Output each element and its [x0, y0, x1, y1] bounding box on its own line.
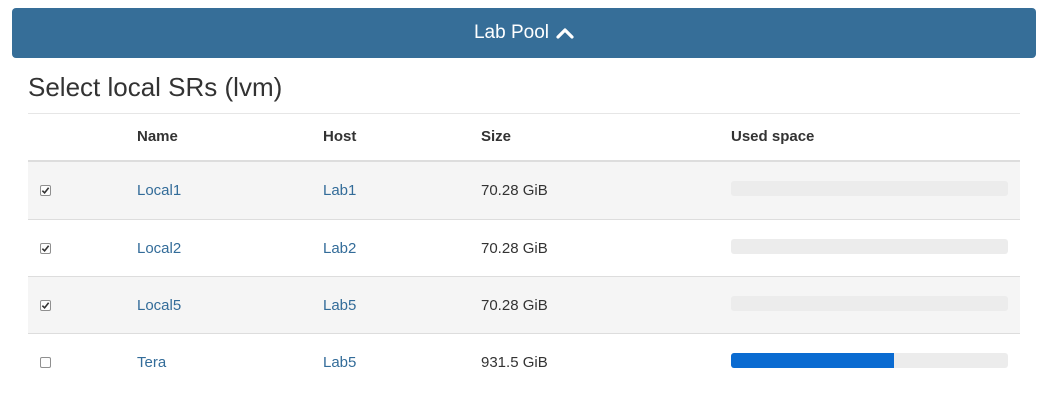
column-header-name: Name [137, 128, 178, 145]
sr-size: 70.28 GiB [481, 239, 548, 257]
row-select-checkbox[interactable] [40, 185, 51, 196]
table-row: Local2 Lab2 70.28 GiB [28, 219, 1020, 276]
column-header-size: Size [481, 128, 512, 145]
sr-size: 70.28 GiB [481, 182, 548, 199]
table-row: Local1 Lab1 70.28 GiB [28, 162, 1020, 219]
used-space-progress [731, 295, 1008, 311]
sr-size: 70.28 GiB [481, 296, 548, 314]
pool-header-toggle[interactable]: Lab Pool [12, 8, 1036, 58]
used-space-progress [731, 181, 1008, 196]
column-header-host: Host [323, 128, 357, 145]
sr-table: Name Host Size Used space Local1 Lab1 70… [28, 114, 1020, 390]
row-select-checkbox[interactable] [40, 299, 51, 311]
used-space-progress [731, 352, 1008, 368]
section-title: Select local SRs (lvm) [28, 72, 283, 102]
sr-name-link[interactable]: Local1 [137, 182, 181, 199]
row-select-checkbox[interactable] [40, 356, 51, 368]
chevron-up-icon [556, 27, 574, 39]
used-space-bar [731, 352, 895, 368]
used-space-progress [731, 238, 1008, 254]
host-link[interactable]: Lab2 [323, 240, 356, 257]
host-link[interactable]: Lab1 [323, 182, 356, 199]
sr-name-link[interactable]: Local5 [137, 297, 181, 314]
column-header-used-space: Used space [731, 128, 815, 145]
table-body: Local1 Lab1 70.28 GiB Local2 Lab2 70.28 … [28, 162, 1020, 390]
sr-name-link[interactable]: Tera [137, 354, 166, 371]
sr-name-link[interactable]: Local2 [137, 240, 181, 257]
table-row: Local5 Lab5 70.28 GiB [28, 276, 1020, 333]
table-header: Name Host Size Used space [28, 114, 1020, 162]
sr-size: 931.5 GiB [481, 353, 548, 371]
host-link[interactable]: Lab5 [323, 354, 356, 371]
row-select-checkbox[interactable] [40, 242, 51, 254]
table-row: Tera Lab5 931.5 GiB [28, 333, 1020, 390]
host-link[interactable]: Lab5 [323, 297, 356, 314]
pool-title: Lab Pool [473, 22, 549, 43]
